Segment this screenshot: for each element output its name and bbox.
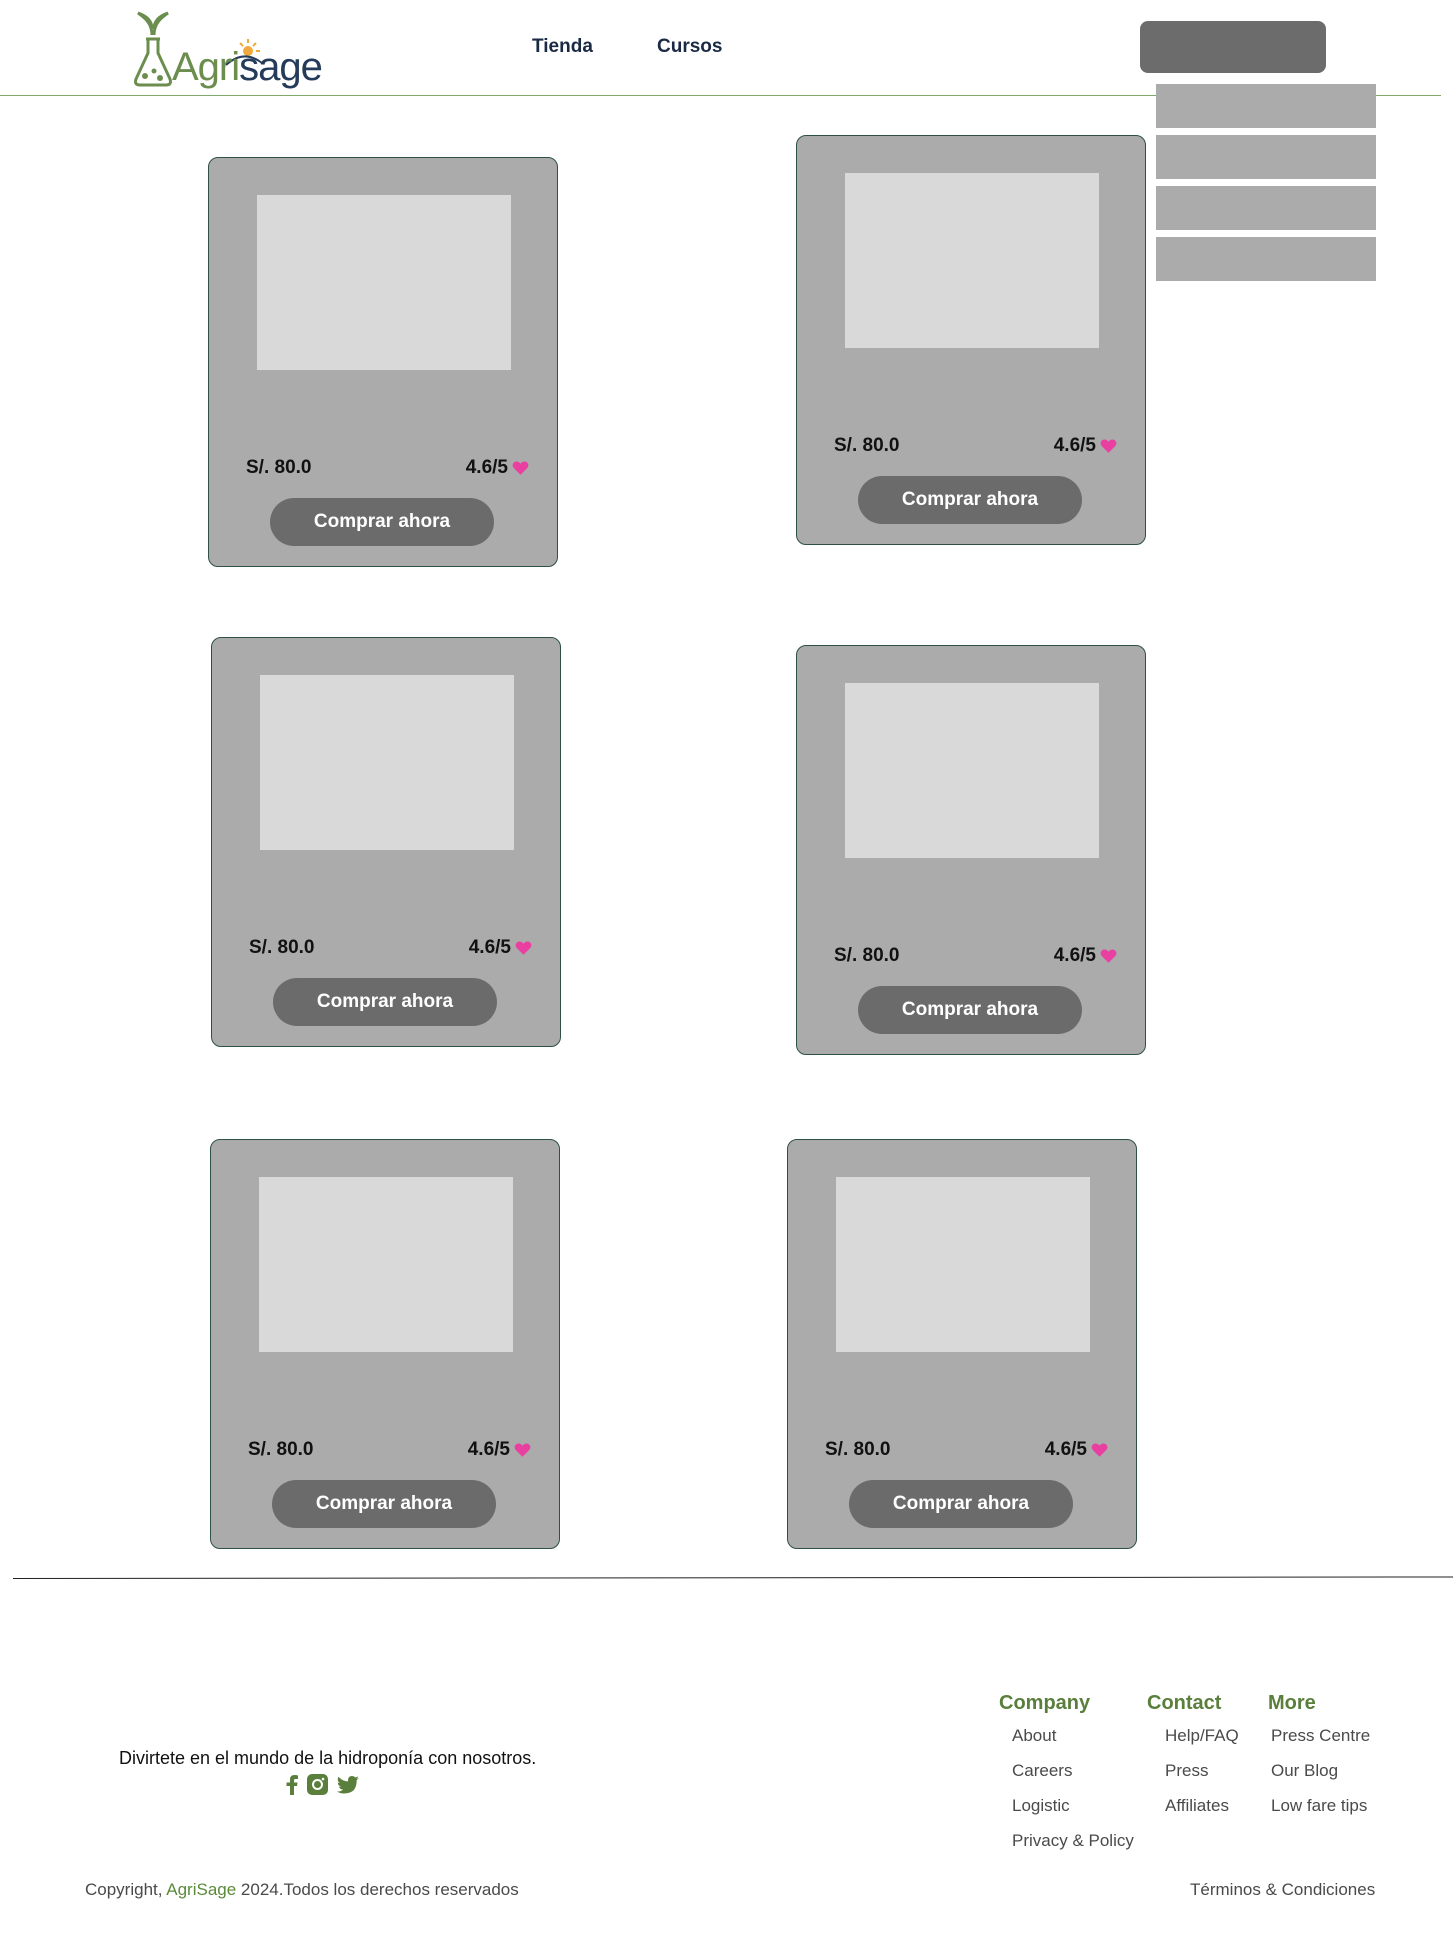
dropdown-item-4[interactable]: [1156, 237, 1376, 281]
instagram-icon[interactable]: [307, 1774, 328, 1800]
logo-wordmark: Agrisage: [172, 45, 323, 89]
footer-link-affiliates[interactable]: Affiliates: [1165, 1796, 1229, 1816]
heart-icon: [1100, 949, 1117, 963]
footer-divider: [12, 1576, 1453, 1579]
heart-icon: [512, 461, 529, 475]
product-price: S/. 80.0: [246, 457, 312, 478]
product-rating: 4.6/5: [466, 457, 529, 479]
buy-now-button[interactable]: Comprar ahora: [858, 476, 1082, 524]
footer-link-logistic[interactable]: Logistic: [1012, 1796, 1070, 1816]
copyright-text: Copyright, AgriSage 2024.Todos los derec…: [85, 1880, 519, 1899]
buy-now-button[interactable]: Comprar ahora: [849, 1480, 1073, 1528]
heart-icon: [515, 941, 532, 955]
product-image: [260, 675, 514, 850]
product-rating: 4.6/5: [1045, 1439, 1108, 1461]
product-price: S/. 80.0: [834, 435, 900, 456]
header-action-button[interactable]: [1140, 21, 1326, 73]
footer-link-our-blog[interactable]: Our Blog: [1271, 1761, 1338, 1781]
product-price: S/. 80.0: [825, 1439, 891, 1460]
buy-now-button[interactable]: Comprar ahora: [270, 498, 494, 546]
product-rating: 4.6/5: [1054, 945, 1117, 967]
product-card: S/. 80.0 4.6/5 Comprar ahora: [796, 135, 1146, 545]
product-price: S/. 80.0: [248, 1439, 314, 1460]
dropdown-item-2[interactable]: [1156, 135, 1376, 179]
product-image: [845, 683, 1099, 858]
buy-now-button[interactable]: Comprar ahora: [273, 978, 497, 1026]
product-image: [836, 1177, 1090, 1352]
product-card: S/. 80.0 4.6/5 Comprar ahora: [208, 157, 558, 567]
product-card: S/. 80.0 4.6/5 Comprar ahora: [210, 1139, 560, 1549]
product-rating: 4.6/5: [468, 1439, 531, 1461]
footer-link-press-centre[interactable]: Press Centre: [1271, 1726, 1370, 1746]
social-links: [286, 1774, 359, 1800]
footer-link-low-fare-tips[interactable]: Low fare tips: [1271, 1796, 1367, 1816]
agrisage-logo[interactable]: Agrisage: [130, 5, 323, 95]
product-price: S/. 80.0: [834, 945, 900, 966]
product-price: S/. 80.0: [249, 937, 315, 958]
footer-link-help-faq[interactable]: Help/FAQ: [1165, 1726, 1239, 1746]
product-rating: 4.6/5: [1054, 435, 1117, 457]
product-rating: 4.6/5: [469, 937, 532, 959]
copyright-brand[interactable]: AgriSage: [166, 1880, 236, 1899]
twitter-icon[interactable]: [337, 1775, 359, 1799]
product-image: [257, 195, 511, 370]
footer-link-about[interactable]: About: [1012, 1726, 1056, 1746]
product-card: S/. 80.0 4.6/5 Comprar ahora: [211, 637, 561, 1047]
footer-company-title: Company: [999, 1692, 1091, 1714]
product-card: S/. 80.0 4.6/5 Comprar ahora: [787, 1139, 1137, 1549]
footer-more-title: More: [1268, 1692, 1316, 1714]
product-image: [259, 1177, 513, 1352]
nav-cursos[interactable]: Cursos: [657, 36, 722, 58]
heart-icon: [1091, 1443, 1108, 1457]
facebook-icon[interactable]: [286, 1774, 298, 1800]
footer-contact-title: Contact: [1147, 1692, 1222, 1714]
heart-icon: [1100, 439, 1117, 453]
buy-now-button[interactable]: Comprar ahora: [272, 1480, 496, 1528]
footer-link-press[interactable]: Press: [1165, 1761, 1208, 1781]
footer-tagline: Divirtete en el mundo de la hidroponía c…: [119, 1748, 537, 1768]
terms-link[interactable]: Términos & Condiciones: [1190, 1880, 1375, 1900]
heart-icon: [514, 1443, 531, 1457]
footer-link-privacy[interactable]: Privacy & Policy: [1012, 1831, 1134, 1851]
product-image: [845, 173, 1099, 348]
dropdown-item-3[interactable]: [1156, 186, 1376, 230]
nav-tienda[interactable]: Tienda: [532, 36, 593, 58]
buy-now-button[interactable]: Comprar ahora: [858, 986, 1082, 1034]
dropdown-item-1[interactable]: [1156, 84, 1376, 128]
product-card: S/. 80.0 4.6/5 Comprar ahora: [796, 645, 1146, 1055]
footer-link-careers[interactable]: Careers: [1012, 1761, 1072, 1781]
